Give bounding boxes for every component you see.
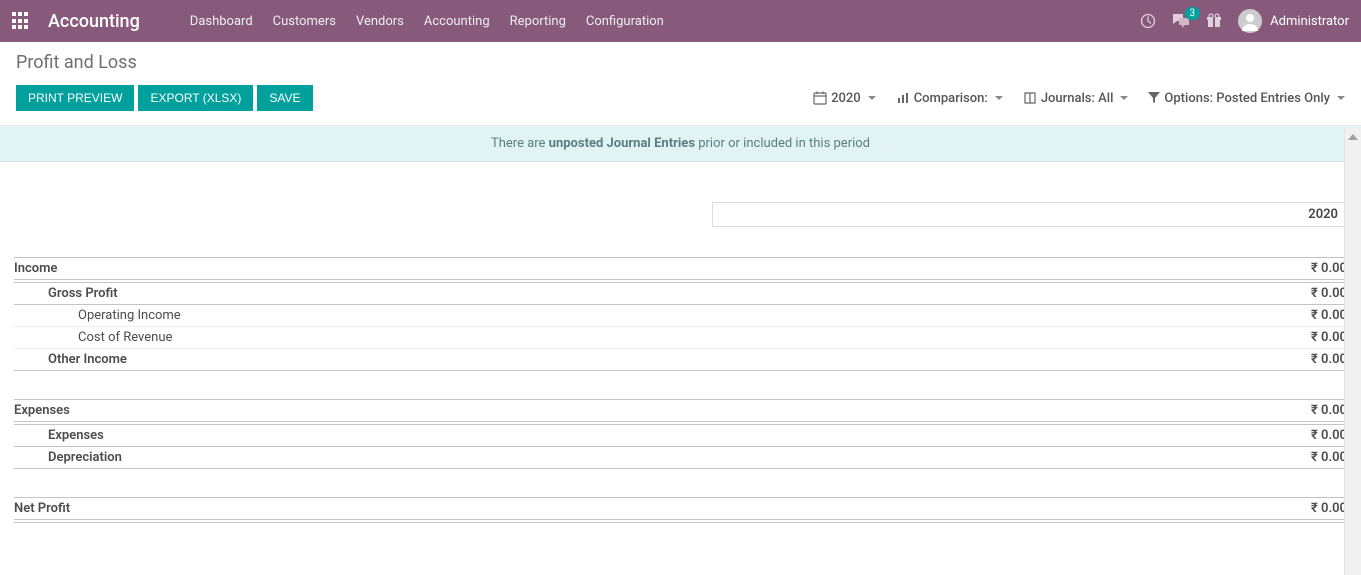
report-line[interactable]: Income₹ 0.00	[14, 257, 1347, 283]
action-buttons: PRINT PREVIEW EXPORT (XLSX) SAVE	[16, 85, 313, 111]
notification-badge: 3	[1185, 7, 1201, 20]
chevron-down-icon	[1120, 96, 1128, 100]
report-line-label: Other Income	[32, 352, 1311, 367]
export-xlsx-button[interactable]: EXPORT (XLSX)	[138, 85, 253, 111]
nav-item-accounting[interactable]: Accounting	[414, 14, 500, 29]
control-panel: Profit and Loss PRINT PREVIEW EXPORT (XL…	[0, 42, 1361, 126]
report-body: Income₹ 0.00Gross Profit₹ 0.00Operating …	[14, 257, 1347, 523]
filters: 2020 Comparison: Journals: All Options: …	[813, 91, 1345, 106]
report-line-value: ₹ 0.00	[1311, 286, 1347, 301]
app-brand[interactable]: Accounting	[48, 11, 140, 32]
report-line[interactable]: Gross Profit₹ 0.00	[14, 283, 1347, 305]
nav-item-customers[interactable]: Customers	[263, 14, 346, 29]
nav-item-dashboard[interactable]: Dashboard	[180, 14, 263, 29]
vertical-scrollbar[interactable]	[1344, 128, 1361, 575]
report-line-label: Depreciation	[32, 450, 1311, 465]
report-line-value: ₹ 0.00	[1311, 450, 1347, 465]
gift-icon[interactable]	[1206, 13, 1222, 29]
report-line-value: ₹ 0.00	[1311, 352, 1347, 367]
nav-right: 3 Administrator	[1140, 9, 1349, 33]
save-button[interactable]: SAVE	[257, 85, 312, 111]
page-title: Profit and Loss	[16, 52, 1345, 73]
report-line-value: ₹ 0.00	[1311, 308, 1347, 323]
report-line-label: Gross Profit	[32, 286, 1311, 301]
apps-menu-icon[interactable]	[12, 12, 30, 30]
scroll-up-icon[interactable]	[1345, 128, 1361, 145]
report-line[interactable]: Other Income₹ 0.00	[14, 349, 1347, 371]
report-line-value: ₹ 0.00	[1311, 330, 1347, 345]
report-line[interactable]: Expenses₹ 0.00	[14, 399, 1347, 425]
report-line[interactable]: Operating Income₹ 0.00	[14, 305, 1347, 327]
barchart-icon	[896, 91, 910, 105]
report-line[interactable]: Depreciation₹ 0.00	[14, 447, 1347, 469]
warning-unposted[interactable]: There are unposted Journal Entries prior…	[0, 126, 1361, 162]
nav-item-vendors[interactable]: Vendors	[346, 14, 414, 29]
filter-journals[interactable]: Journals: All	[1023, 91, 1129, 106]
report-line-label: Expenses	[32, 428, 1311, 443]
report-line-label: Net Profit	[14, 501, 1311, 516]
column-header-year: 2020	[712, 202, 1347, 227]
top-nav: Accounting DashboardCustomersVendorsAcco…	[0, 0, 1361, 42]
user-menu[interactable]: Administrator	[1238, 9, 1349, 33]
report-line[interactable]: Expenses₹ 0.00	[14, 425, 1347, 447]
chevron-down-icon	[1337, 96, 1345, 100]
column-headers: 2020	[14, 202, 1347, 227]
nav-items: DashboardCustomersVendorsAccountingRepor…	[180, 14, 674, 29]
report-line-value: ₹ 0.00	[1311, 428, 1347, 443]
report-line[interactable]: Net Profit₹ 0.00	[14, 497, 1347, 523]
report-line-label: Income	[14, 261, 1311, 276]
chevron-down-icon	[868, 96, 876, 100]
report-line[interactable]: Cost of Revenue₹ 0.00	[14, 327, 1347, 349]
report-content: 2020 Income₹ 0.00Gross Profit₹ 0.00Opera…	[0, 162, 1361, 533]
filter-date[interactable]: 2020	[813, 91, 876, 106]
report-line-label: Cost of Revenue	[46, 330, 1311, 345]
report-line-label: Operating Income	[46, 308, 1311, 323]
report-line-value: ₹ 0.00	[1311, 261, 1347, 276]
nav-item-reporting[interactable]: Reporting	[500, 14, 576, 29]
filter-comparison[interactable]: Comparison:	[896, 91, 1003, 106]
avatar	[1238, 9, 1262, 33]
chevron-down-icon	[995, 96, 1003, 100]
calendar-icon	[813, 91, 827, 105]
nav-item-configuration[interactable]: Configuration	[576, 14, 674, 29]
book-icon	[1023, 91, 1037, 105]
report-line-value: ₹ 0.00	[1311, 501, 1347, 516]
user-name: Administrator	[1270, 14, 1349, 29]
filter-options[interactable]: Options: Posted Entries Only	[1148, 91, 1345, 106]
print-preview-button[interactable]: PRINT PREVIEW	[16, 85, 134, 111]
discuss-icon[interactable]: 3	[1172, 13, 1190, 29]
activities-icon[interactable]	[1140, 13, 1156, 29]
report-line-value: ₹ 0.00	[1311, 403, 1347, 418]
filter-icon	[1148, 92, 1160, 104]
report-line-label: Expenses	[14, 403, 1311, 418]
